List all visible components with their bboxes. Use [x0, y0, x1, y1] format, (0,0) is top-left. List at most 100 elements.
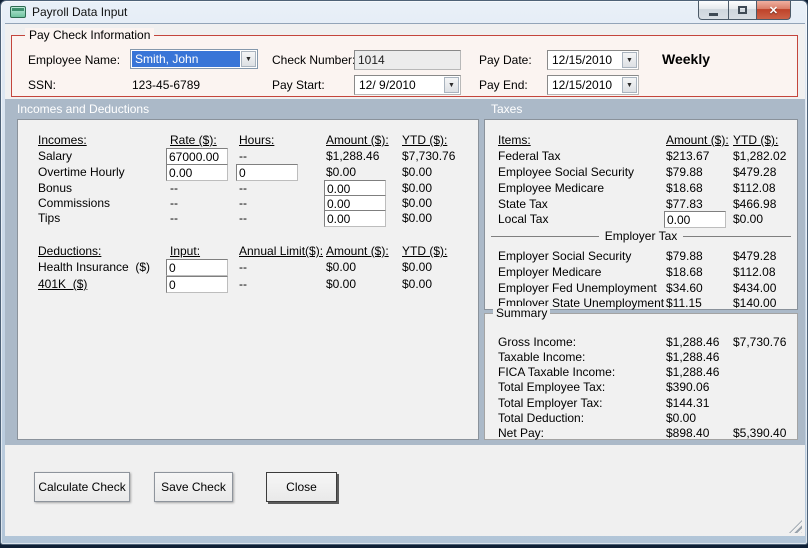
row-label: Gross Income:: [498, 335, 577, 349]
row-amount: $1,288.46: [666, 365, 720, 379]
row-ytd: $112.08: [733, 181, 776, 195]
hours-col-header: Hours:: [239, 133, 275, 147]
maximize-button[interactable]: [729, 1, 756, 20]
groupbox-title: Pay Check Information: [25, 28, 155, 42]
pay-date-picker[interactable]: 12/15/2010 ▼: [547, 50, 639, 70]
payroll-window: Payroll Data Input ✕ Pay Check Informati…: [0, 0, 808, 545]
tips-amount-input[interactable]: [324, 210, 386, 227]
row-ytd: $0.00: [402, 181, 433, 195]
row-ytd: $0.00: [733, 212, 764, 226]
row-amount: $0.00: [326, 260, 357, 274]
employer-tax-divider: Employer Tax: [491, 229, 792, 243]
summary-row-total-employer-tax: Total Employer Tax: $144.31: [485, 396, 797, 412]
row-amount: $77.83: [666, 197, 703, 211]
titlebar[interactable]: Payroll Data Input ✕: [1, 1, 807, 23]
table-row-commissions: Commissions -- -- $0.00: [18, 195, 478, 212]
caption-buttons: ✕: [698, 1, 791, 20]
pay-end-picker[interactable]: 12/15/2010 ▼: [547, 75, 639, 95]
pay-start-dropdown-button[interactable]: ▼: [444, 77, 459, 93]
overtime-rate-input[interactable]: [166, 164, 228, 181]
incomes-deductions-panel: Incomes: Rate ($): Hours: Amount ($): YT…: [17, 119, 479, 440]
row-amount: $34.60: [666, 281, 703, 295]
amount-col-header: Amount ($):: [326, 244, 389, 258]
row-ytd: $0.00: [402, 277, 433, 291]
row-amount: $18.68: [666, 265, 703, 279]
summary-groupbox: Summary Gross Income: $1,288.46 $7,730.7…: [484, 306, 798, 440]
table-row-401k: 401K ($) -- $0.00 $0.00: [18, 276, 478, 293]
minimize-icon: [709, 12, 718, 16]
employee-name-value: Smith, John: [132, 51, 240, 67]
pay-start-picker[interactable]: 12/ 9/2010 ▼: [354, 75, 461, 95]
row-ytd: $466.98: [733, 197, 777, 211]
row-hours: --: [239, 149, 247, 163]
ssn-value: 123-45-6789: [132, 78, 201, 92]
table-row-tips: Tips -- -- $0.00: [18, 210, 478, 227]
row-label: Employer Medicare: [498, 265, 602, 279]
row-label: FICA Taxable Income:: [498, 365, 616, 379]
amount-col-header: Amount ($):: [666, 133, 729, 147]
combobox-dropdown-button[interactable]: ▼: [241, 51, 256, 67]
row-amount: $1,288.46: [666, 335, 720, 349]
row-rate: --: [170, 196, 178, 210]
save-check-button[interactable]: Save Check: [154, 472, 233, 502]
row-ytd: $7,730.76: [733, 335, 787, 349]
local-tax-input[interactable]: [664, 211, 726, 228]
pay-start-label: Pay Start:: [272, 78, 325, 92]
table-row-health-insurance: Health Insurance ($) -- $0.00 $0.00: [18, 259, 478, 276]
row-label: Employer Social Security: [498, 249, 632, 263]
close-window-button[interactable]: ✕: [756, 1, 791, 20]
summary-row-gross-income: Gross Income: $1,288.46 $7,730.76: [485, 335, 797, 351]
summary-row-fica-taxable-income: FICA Taxable Income: $1,288.46: [485, 365, 797, 381]
row-amount: $18.68: [666, 181, 703, 195]
pay-end-dropdown-button[interactable]: ▼: [622, 77, 637, 93]
pay-frequency-label: Weekly: [662, 51, 710, 67]
health-insurance-input[interactable]: [166, 259, 228, 276]
row-label: State Tax: [498, 197, 548, 211]
incomes-header-row: Incomes: Rate ($): Hours: Amount ($): YT…: [18, 133, 478, 149]
employee-name-combobox[interactable]: Smith, John ▼: [130, 49, 258, 69]
row-amount: $0.00: [326, 165, 357, 179]
row-label: Total Employee Tax:: [498, 380, 606, 394]
row-label: Tips: [38, 211, 61, 225]
row-ytd: $1,282.02: [733, 149, 787, 163]
row-label: Bonus: [38, 181, 73, 195]
k401-input[interactable]: [166, 276, 228, 293]
check-number-field[interactable]: [354, 50, 461, 70]
table-row-employer-social-security: Employer Social Security $79.88 $479.28: [485, 249, 797, 265]
summary-row-taxable-income: Taxable Income: $1,288.46: [485, 350, 797, 366]
link-401k[interactable]: 401K ($): [38, 277, 87, 291]
row-label: Total Deduction:: [498, 411, 585, 425]
close-icon: ✕: [768, 4, 779, 17]
row-label: Local Tax: [498, 212, 549, 226]
table-row-bonus: Bonus -- -- $0.00: [18, 180, 478, 197]
row-label: Health Insurance ($): [38, 260, 151, 274]
row-ytd: $0.00: [402, 165, 433, 179]
chevron-down-icon: ▼: [245, 55, 252, 63]
divider-line: [683, 235, 792, 237]
close-button[interactable]: Close: [266, 472, 337, 502]
calculate-check-button[interactable]: Calculate Check: [34, 472, 130, 502]
amount-col-header: Amount ($):: [326, 133, 389, 147]
row-ytd: $479.28: [733, 165, 777, 179]
ytd-col-header: YTD ($):: [402, 244, 448, 258]
salary-rate-input[interactable]: [166, 148, 228, 165]
overtime-hours-input[interactable]: [236, 164, 298, 181]
table-row-federal-tax: Federal Tax $213.67 $1,282.02: [485, 149, 797, 165]
row-hours: --: [239, 196, 247, 210]
resize-grip[interactable]: [789, 520, 802, 533]
deductions-col-header: Deductions:: [38, 244, 102, 258]
row-hours: --: [239, 211, 247, 225]
row-label: Employee Medicare: [498, 181, 605, 195]
employer-tax-header: Employer Tax: [604, 229, 678, 243]
row-ytd: $112.08: [733, 265, 776, 279]
pay-date-label: Pay Date:: [479, 53, 532, 67]
pay-date-dropdown-button[interactable]: ▼: [622, 52, 637, 68]
table-row-employee-social-security: Employee Social Security $79.88 $479.28: [485, 165, 797, 181]
row-ytd: $7,730.76: [402, 149, 456, 163]
ytd-col-header: YTD ($):: [402, 133, 448, 147]
row-label: Employer Fed Unemployment: [498, 281, 657, 295]
row-amount: $213.67: [666, 149, 710, 163]
input-col-header: Input:: [170, 244, 201, 258]
minimize-button[interactable]: [698, 1, 729, 20]
summary-row-total-deduction: Total Deduction: $0.00: [485, 411, 797, 427]
